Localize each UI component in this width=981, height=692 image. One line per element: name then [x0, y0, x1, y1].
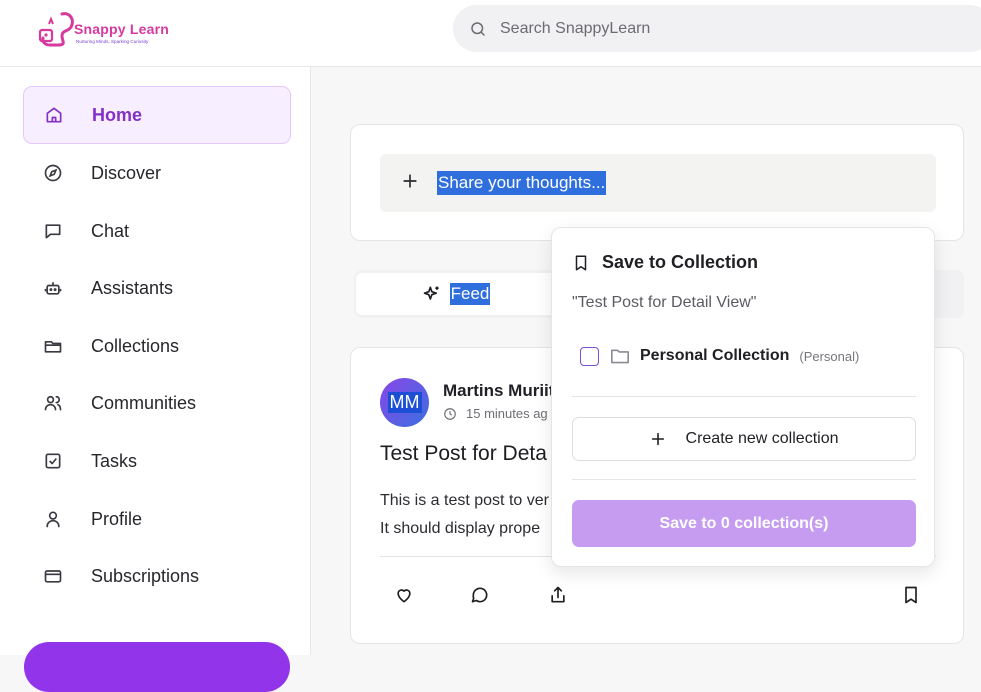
composer-card: Share your thoughts... — [350, 124, 964, 241]
home-icon — [44, 105, 64, 125]
bot-icon — [43, 278, 63, 298]
snappy-learn-logo[interactable]: Snappy Learn Nurturing Minds, Sparking C… — [36, 10, 176, 50]
logo-tagline: Nurturing Minds, Sparking Curiosity — [76, 39, 149, 44]
search-bar[interactable]: Search SnappyLearn — [453, 5, 981, 52]
sidebar-item-label: Communities — [91, 392, 197, 413]
sidebar-item-subscriptions[interactable]: Subscriptions — [23, 547, 291, 605]
bookmark-icon — [575, 255, 587, 270]
sidebar-item-label: Collections — [91, 335, 180, 356]
composer-placeholder: Share your thoughts... — [437, 171, 607, 195]
sidebar-item-label: Assistants — [91, 277, 174, 298]
sidebar-item-label: Subscriptions — [91, 565, 200, 586]
avatar[interactable]: MM — [380, 378, 429, 427]
post-body: This is a test post to ver It should dis… — [380, 487, 549, 543]
post-body-line: It should display prope — [380, 520, 541, 537]
sidebar-item-label: Home — [92, 104, 143, 125]
sidebar-item-discover[interactable]: Discover — [23, 144, 291, 202]
collection-checkbox[interactable] — [580, 346, 599, 366]
heart-icon — [397, 589, 411, 603]
popover-title-text: Save to Collection — [602, 252, 759, 272]
user-icon — [43, 509, 63, 529]
save-to-collection-popover: Save to Collection "Test Post for Detail… — [551, 227, 935, 567]
top-header: Snappy Learn Nurturing Minds, Sparking C… — [0, 0, 981, 67]
users-icon — [43, 393, 63, 413]
sidebar-item-profile[interactable]: Profile — [23, 490, 291, 548]
sidebar-item-assistants[interactable]: Assistants — [23, 259, 291, 317]
create-collection-label: Create new collection — [685, 430, 839, 447]
tab-label: Feed — [449, 283, 491, 305]
checkbox-icon — [43, 451, 63, 471]
divider — [572, 396, 916, 397]
compass-icon — [43, 163, 63, 183]
sidebar-item-label: Chat — [91, 220, 130, 241]
collection-option[interactable]: Personal Collection (Personal) — [580, 345, 859, 367]
post-body-line: This is a test post to ver — [380, 492, 549, 509]
collection-name: Personal Collection — [640, 347, 790, 364]
search-input[interactable]: Search SnappyLearn — [500, 20, 650, 38]
comment-button[interactable] — [469, 584, 491, 606]
clock-icon — [444, 407, 456, 420]
search-icon — [468, 19, 488, 39]
sidebar-item-collections[interactable]: Collections — [23, 317, 291, 375]
create-collection-button[interactable]: Create new collection — [572, 417, 916, 461]
plus-icon — [651, 432, 664, 446]
divider — [572, 479, 916, 480]
tab-feed[interactable]: Feed — [356, 273, 556, 315]
chat-icon — [43, 221, 63, 241]
popover-title: Save to Collection — [572, 252, 758, 273]
plus-icon — [403, 174, 417, 188]
sidebar-item-communities[interactable]: Communities — [23, 374, 291, 432]
post-time: 15 minutes ag — [443, 406, 548, 421]
post-title[interactable]: Test Post for Deta — [380, 442, 547, 466]
logo-text: Snappy Learn — [74, 21, 169, 37]
comment-icon — [471, 587, 488, 603]
sidebar-item-chat[interactable]: Chat — [23, 202, 291, 260]
sparkle-icon — [423, 286, 439, 300]
bookmark-button[interactable] — [900, 584, 922, 606]
popover-post-title: "Test Post for Detail View" — [572, 294, 757, 311]
sidebar-item-home[interactable]: Home — [23, 86, 291, 144]
sidebar-item-label: Profile — [91, 508, 143, 529]
card-icon — [43, 566, 63, 586]
folder-icon — [43, 336, 63, 356]
avatar-initials: MM — [387, 392, 422, 413]
sidebar-item-label: Tasks — [91, 450, 138, 471]
sidebar-item-label: Discover — [91, 162, 162, 183]
sidebar-item-tasks[interactable]: Tasks — [23, 432, 291, 490]
share-button[interactable] — [547, 584, 569, 606]
folder-icon — [610, 349, 629, 364]
post-author[interactable]: Martins Muriit — [443, 381, 554, 401]
like-button[interactable] — [393, 584, 415, 606]
post-time-text: 15 minutes ag — [466, 406, 548, 421]
save-to-collections-button[interactable]: Save to 0 collection(s) — [572, 500, 916, 547]
sidebar-action-button[interactable] — [24, 642, 290, 692]
bookmark-icon — [905, 586, 917, 604]
squirrel-logo-icon — [38, 12, 74, 47]
collection-type: (Personal) — [799, 348, 860, 364]
composer-input[interactable]: Share your thoughts... — [380, 154, 936, 212]
share-icon — [551, 586, 565, 603]
sidebar: Home Discover Chat Assistants Collection… — [0, 67, 311, 692]
